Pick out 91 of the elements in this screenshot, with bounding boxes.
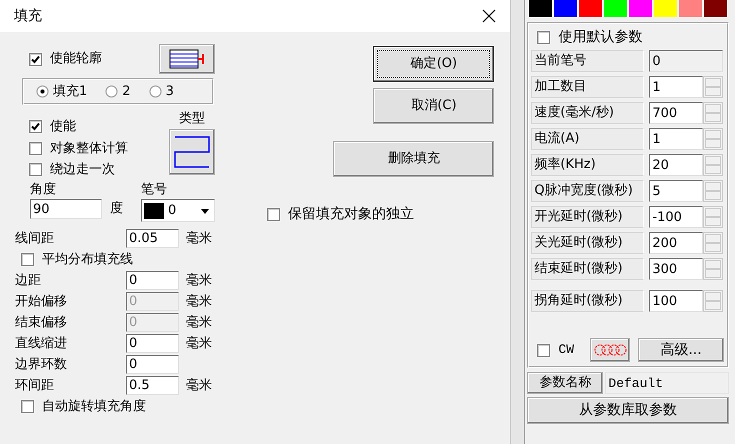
param-field[interactable]: 20 [649, 154, 704, 176]
delete-fill-button[interactable]: 删除填充 [333, 141, 494, 177]
param-label: 速度(毫米/秒) [531, 102, 644, 124]
color-swatch[interactable] [704, 0, 728, 17]
hatch-lines-icon [169, 49, 205, 69]
color-swatch[interactable] [604, 0, 628, 17]
checkbox-label: 绕边走一次 [50, 161, 115, 179]
param-label: 电流(A) [531, 128, 644, 150]
param-field[interactable]: 5 [649, 180, 704, 202]
field-label: 直线缩进 [15, 334, 68, 353]
outline-style-button[interactable] [159, 44, 215, 74]
pen-dropdown[interactable]: 0 [141, 199, 215, 222]
checkbox[interactable] [267, 208, 280, 221]
angle-label: 角度 [30, 180, 57, 198]
param-field[interactable]: 1 [649, 76, 704, 98]
checkbox-label: 使能轮廓 [50, 50, 102, 68]
param-field[interactable]: 300 [649, 258, 704, 280]
checkbox-label: 平均分布填充线 [42, 250, 133, 269]
checkbox[interactable] [21, 400, 34, 413]
radio-button[interactable] [105, 85, 118, 98]
checkbox[interactable] [29, 52, 42, 66]
param-label: 拐角延时(微秒) [531, 290, 644, 312]
param-label: 加工数目 [531, 76, 644, 98]
radio-label: 3 [166, 82, 174, 101]
checkbox[interactable] [21, 253, 34, 266]
checkbox-label: 使能 [50, 118, 76, 136]
field-label: 结束偏移 [15, 314, 68, 332]
field-label: 开始偏移 [15, 292, 68, 311]
input-field[interactable]: 0 [126, 334, 179, 353]
param-label: 关光延时(微秒) [531, 232, 644, 254]
checkbox-label: 对象整体计算 [50, 140, 128, 158]
radio-button[interactable] [36, 85, 49, 98]
window-title: 填充 [14, 6, 42, 26]
rings-icon [593, 344, 627, 356]
pen-label: 笔号 [141, 180, 168, 198]
unit-label: 毫米 [186, 292, 212, 311]
radio-label: 2 [122, 82, 131, 101]
radio-label: 填充1 [53, 82, 88, 101]
checkbox-label: 保留填充对象的独立 [288, 205, 414, 224]
input-field[interactable]: 0.5 [126, 376, 179, 395]
param-field[interactable]: 700 [649, 102, 704, 124]
unit-label: 毫米 [186, 314, 212, 332]
load-params-button[interactable]: 从参数库取参数 [527, 397, 729, 424]
param-name-field: Default [605, 372, 729, 394]
param-field[interactable]: 200 [649, 232, 704, 254]
param-name-button[interactable]: 参数名称 [527, 372, 604, 394]
param-label: 频率(KHz) [531, 154, 644, 176]
checkbox-label: 使用默认参数 [558, 28, 642, 46]
color-swatch[interactable] [529, 0, 552, 17]
unit-label: 毫米 [186, 272, 212, 290]
color-swatch[interactable] [554, 0, 578, 17]
type-label: 类型 [179, 110, 205, 128]
unit-label: 毫米 [186, 230, 212, 248]
checkbox[interactable] [29, 142, 42, 155]
checkbox[interactable] [29, 120, 42, 134]
param-field[interactable]: 0 [649, 50, 724, 72]
field-label: 边距 [15, 272, 42, 290]
param-field[interactable]: 100 [649, 290, 704, 312]
checkbox[interactable] [29, 163, 42, 176]
dialog-button[interactable]: 取消(C) [373, 88, 494, 124]
checkbox-label: CW [558, 341, 574, 360]
color-swatch[interactable] [679, 0, 702, 17]
checkbox[interactable] [537, 344, 550, 356]
color-swatch[interactable] [629, 0, 652, 17]
param-label: Q脉冲宽度(微秒) [531, 180, 644, 202]
param-label: 当前笔号 [531, 50, 644, 72]
fill-type-button[interactable] [169, 128, 215, 174]
unit-label: 毫米 [186, 334, 212, 353]
dialog-button[interactable]: 确定(O) [373, 46, 494, 82]
field-label: 环间距 [15, 376, 55, 395]
checkbox-label: 自动旋转填充角度 [42, 398, 146, 416]
unit-label: 毫米 [186, 376, 212, 395]
input-field[interactable]: 0 [126, 355, 179, 374]
param-label: 结束延时(微秒) [531, 258, 644, 280]
close-icon[interactable] [482, 9, 496, 23]
param-field[interactable]: -100 [649, 206, 704, 228]
param-label: 开光延时(微秒) [531, 206, 644, 228]
checkbox[interactable] [537, 30, 550, 44]
input-field[interactable]: 0.05 [126, 229, 179, 248]
unit-label: 度 [110, 200, 123, 218]
param-field[interactable]: 1 [649, 128, 704, 150]
radio-button[interactable] [148, 85, 162, 98]
angle-field[interactable]: 90 [30, 199, 102, 219]
color-swatch[interactable] [579, 0, 602, 17]
field-label: 边界环数 [15, 356, 68, 374]
pen-number: 0 [168, 202, 176, 220]
rings-button[interactable] [590, 338, 630, 362]
field-label: 线间距 [15, 230, 55, 248]
advanced-button[interactable]: 高级... [638, 338, 724, 362]
color-swatch[interactable] [654, 0, 678, 17]
input-field[interactable]: 0 [126, 271, 179, 290]
